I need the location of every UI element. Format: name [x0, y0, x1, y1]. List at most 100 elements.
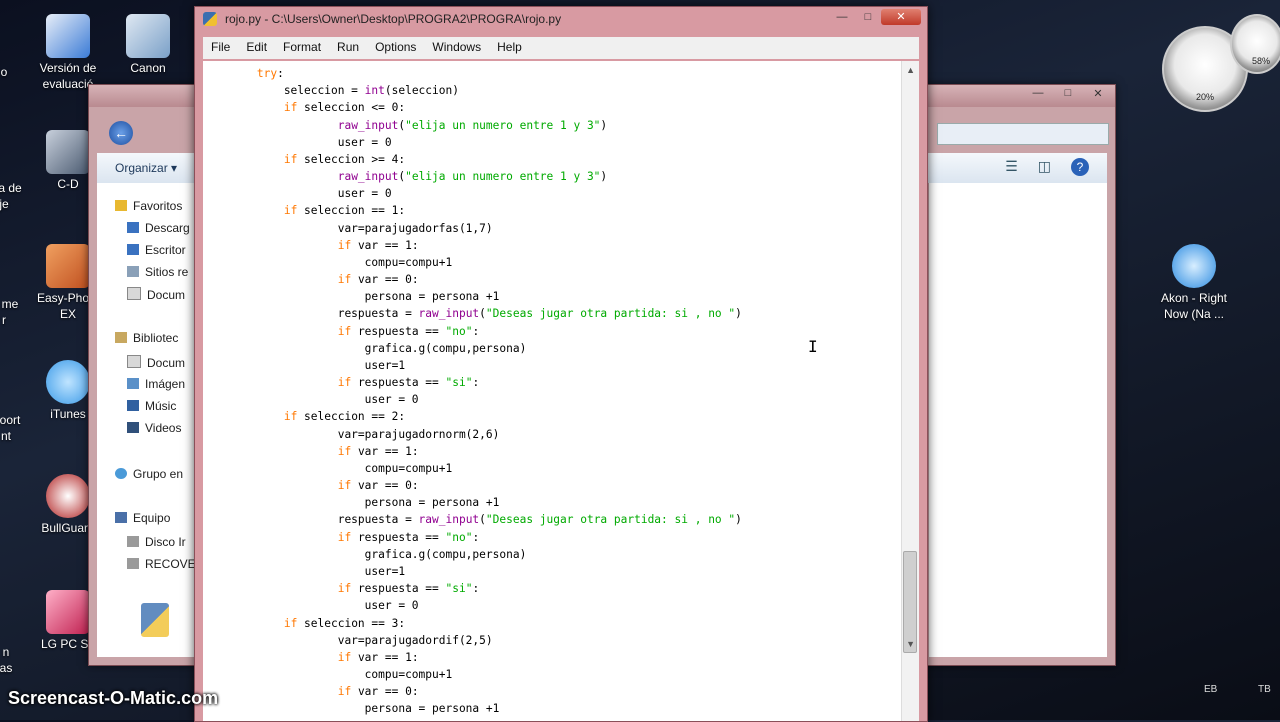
idle-titlebar[interactable]: rojo.py - C:\Users\Owner\Desktop\PROGRA2… [195, 7, 927, 31]
cd-drive-icon [46, 130, 90, 174]
code-token: respuesta == [351, 324, 446, 338]
code-token: ) [735, 513, 742, 527]
code-line[interactable]: raw_input("elija un numero entre 1 y 3") [203, 168, 742, 185]
code-line[interactable]: grafica.g(compu,persona) [203, 546, 742, 563]
desktop-icon-version[interactable]: Versión de evaluació [28, 14, 108, 92]
nav-label: RECOVE [145, 557, 196, 571]
code-line[interactable]: seleccion = int(seleccion) [203, 82, 742, 99]
code-line[interactable]: raw_input("elija un numero entre 1 y 3") [203, 117, 742, 134]
code-line[interactable]: user = 0 [203, 185, 742, 202]
menu-run[interactable]: Run [329, 37, 367, 59]
menu-format[interactable]: Format [275, 37, 329, 59]
idle-editor-window[interactable]: rojo.py - C:\Users\Owner\Desktop\PROGRA2… [194, 6, 928, 722]
code-token: if [283, 101, 298, 115]
search-box[interactable] [937, 123, 1109, 145]
window-title: rojo.py - C:\Users\Owner\Desktop\PROGRA2… [225, 12, 562, 26]
desktop-icon-label: Canon [130, 61, 166, 75]
menu-options[interactable]: Options [367, 37, 424, 59]
code-line[interactable]: user = 0 [203, 597, 742, 614]
scroll-down-arrow-icon[interactable]: ▼ [906, 639, 915, 649]
code-line[interactable]: var=parajugadornorm(2,6) [203, 426, 742, 443]
document-icon [127, 287, 141, 300]
lg-pc-suite-icon [46, 590, 90, 634]
minimize-icon[interactable]: — [1027, 87, 1049, 103]
code-line[interactable]: if seleccion == 1: [203, 202, 742, 219]
code-line[interactable]: user = 0 [203, 391, 742, 408]
code-line[interactable]: compu=compu+1 [203, 666, 742, 683]
code-token: compu=compu+1 [203, 668, 453, 682]
code-token: if [337, 650, 352, 664]
maximize-icon[interactable]: □ [855, 9, 881, 25]
menu-help[interactable]: Help [489, 37, 530, 59]
code-line[interactable]: if var == 1: [203, 443, 742, 460]
videos-icon [127, 422, 139, 433]
code-line[interactable]: if respuesta == "si": [203, 580, 742, 597]
nav-computer[interactable]: Equipo [115, 511, 205, 525]
help-icon[interactable]: ? [1071, 158, 1089, 176]
code-text[interactable]: try: seleccion = int(seleccion) if selec… [203, 65, 742, 718]
code-line[interactable]: var=parajugadordif(2,5) [203, 632, 742, 649]
code-line[interactable]: if var == 0: [203, 683, 742, 700]
desktop-icon-canon[interactable]: Canon [108, 14, 188, 76]
code-token: respuesta = [203, 513, 419, 527]
vertical-scrollbar[interactable]: ▲ ▼ [901, 61, 919, 721]
code-line[interactable]: if var == 0: [203, 477, 742, 494]
code-line[interactable]: respuesta = raw_input("Deseas jugar otra… [203, 511, 742, 528]
code-line[interactable]: if var == 1: [203, 649, 742, 666]
file-list-pane[interactable] [929, 183, 1107, 657]
nav-homegroup[interactable]: Grupo en [115, 467, 205, 481]
view-options-icon[interactable]: ☰ [1005, 158, 1018, 176]
close-icon[interactable]: ✕ [881, 9, 921, 25]
organize-button[interactable]: Organizar ▾ [115, 161, 177, 175]
code-line[interactable]: var=parajugadorfas(1,7) [203, 220, 742, 237]
back-arrow-icon[interactable]: ← [109, 121, 133, 145]
close-icon[interactable]: ✕ [1087, 87, 1109, 103]
code-line[interactable]: user = 0 [203, 134, 742, 151]
code-line[interactable]: if seleccion >= 4: [203, 151, 742, 168]
code-token: user = 0 [203, 599, 419, 613]
scroll-up-arrow-icon[interactable]: ▲ [906, 65, 915, 75]
code-line[interactable]: persona = persona +1 [203, 700, 742, 717]
music-file-icon [1172, 244, 1216, 288]
nav-libraries[interactable]: Bibliotec [115, 331, 205, 345]
code-token: var == 0: [351, 685, 419, 699]
code-token: respuesta == [351, 376, 446, 390]
code-line[interactable]: user=1 [203, 563, 742, 580]
menu-file[interactable]: File [203, 37, 238, 59]
code-line[interactable]: if respuesta == "no": [203, 323, 742, 340]
nav-label: Equipo [133, 511, 171, 525]
menu-edit[interactable]: Edit [238, 37, 275, 59]
code-line[interactable]: respuesta = raw_input("Deseas jugar otra… [203, 305, 742, 322]
code-line[interactable]: grafica.g(compu,persona) [203, 340, 742, 357]
minimize-icon[interactable]: — [829, 9, 855, 25]
code-line[interactable]: if respuesta == "no": [203, 529, 742, 546]
code-line[interactable]: persona = persona +1 [203, 494, 742, 511]
code-line[interactable]: if seleccion == 3: [203, 615, 742, 632]
code-line[interactable]: if var == 0: [203, 271, 742, 288]
code-line[interactable]: try: [203, 65, 742, 82]
code-editor[interactable]: try: seleccion = int(seleccion) if selec… [203, 61, 919, 721]
code-token: "si" [445, 582, 473, 596]
explorer-window-controls: — □ ✕ [1027, 87, 1109, 103]
code-line[interactable]: if respuesta == "si": [203, 374, 742, 391]
code-line[interactable]: if seleccion <= 0: [203, 99, 742, 116]
code-line[interactable]: compu=compu+1 [203, 254, 742, 271]
code-line[interactable]: if var == 1: [203, 237, 742, 254]
desktop-icon-akon[interactable]: Akon - Right Now (Na ... [1154, 244, 1234, 322]
preview-pane-icon[interactable]: ◫ [1038, 158, 1051, 176]
code-line[interactable]: persona = persona +1 [203, 288, 742, 305]
code-line[interactable]: user=1 [203, 357, 742, 374]
code-line[interactable]: compu=compu+1 [203, 460, 742, 477]
nav-favorites[interactable]: Favoritos [115, 199, 205, 213]
maximize-icon[interactable]: □ [1057, 87, 1079, 103]
menu-windows[interactable]: Windows [424, 37, 489, 59]
homegroup-icon [115, 468, 127, 479]
music-icon [127, 400, 139, 411]
code-line[interactable]: if seleccion == 2: [203, 408, 742, 425]
scrollbar-thumb[interactable] [903, 551, 917, 653]
code-token: persona = persona +1 [203, 702, 500, 716]
